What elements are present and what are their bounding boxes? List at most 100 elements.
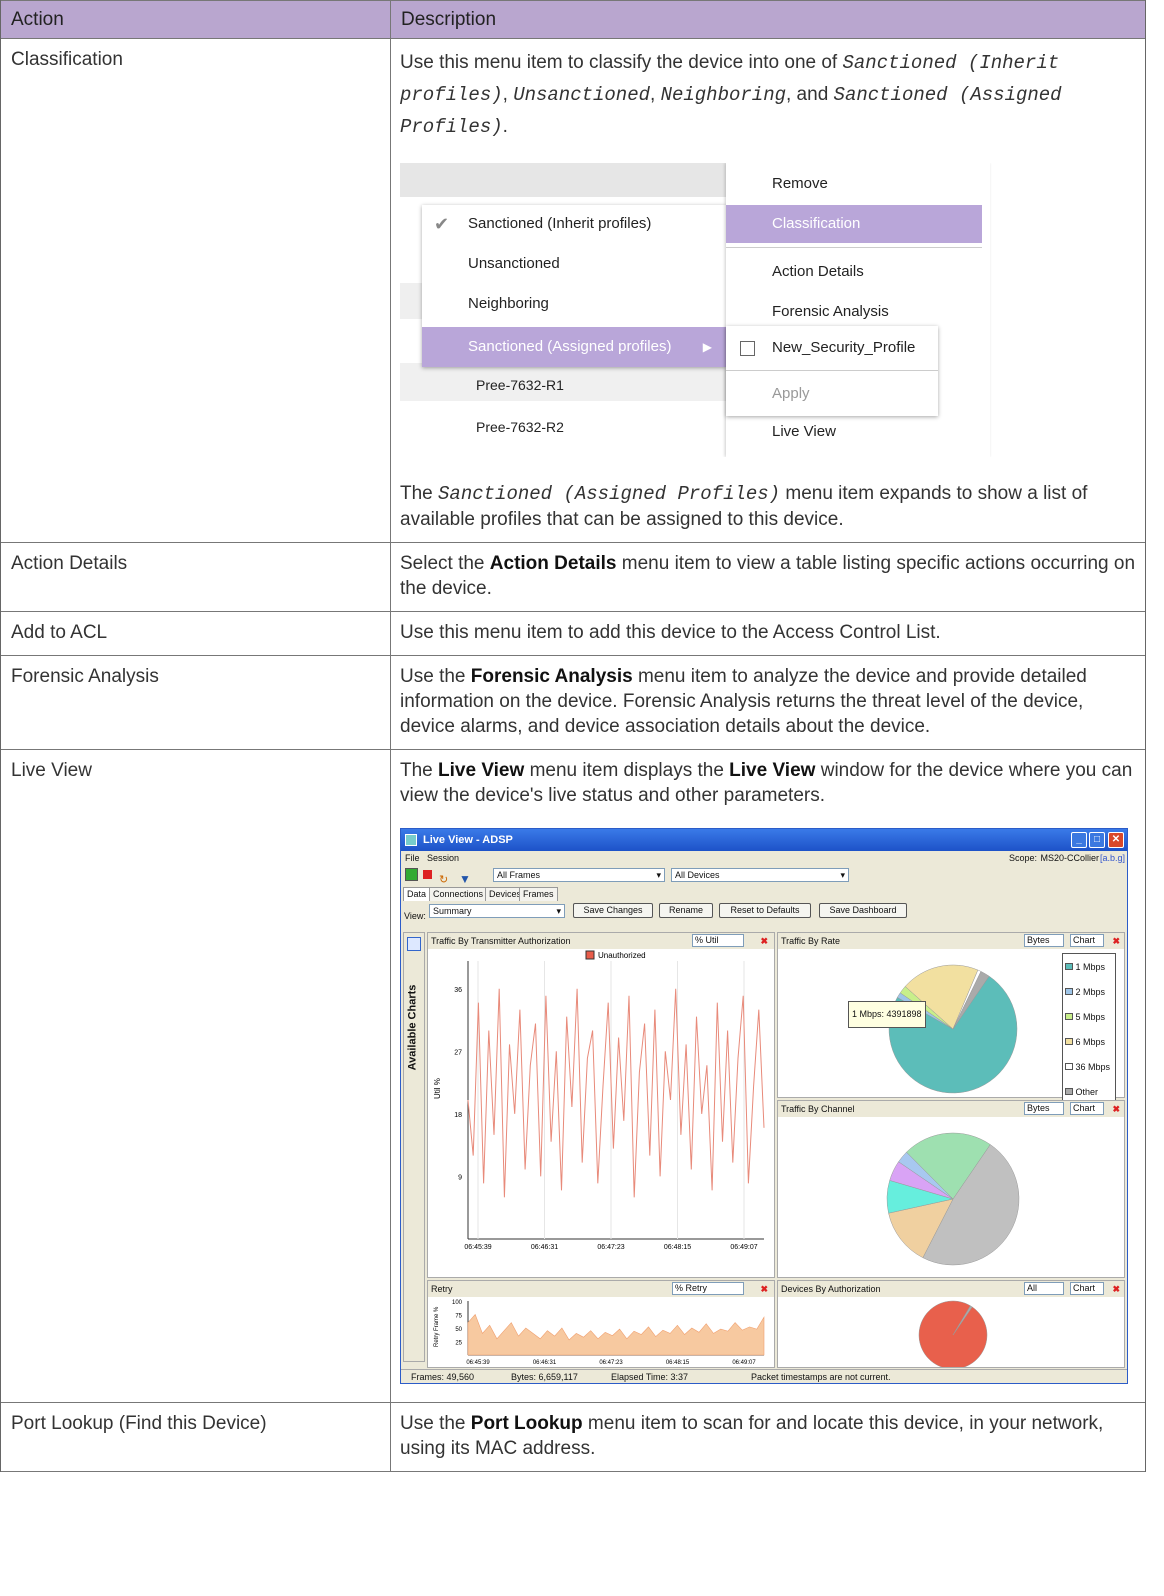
unit-select[interactable]: % Util [692,934,744,947]
available-charts-label: Available Charts [406,984,419,1071]
code-text: Unsanctioned [513,84,651,106]
menu-item-unsanctioned[interactable]: Unsanctioned [422,245,726,283]
legend-swatch [1065,988,1073,995]
devices-select[interactable]: All Devices ▾ [671,868,849,882]
bold-text: Live View [729,760,816,781]
chevron-down-icon: ▾ [656,870,661,880]
menu-item-action-details[interactable]: Action Details [726,253,982,291]
select-value: Bytes [1027,1103,1050,1113]
apply-button[interactable]: Apply [772,372,810,416]
text: Use the [400,1413,471,1434]
frames-select[interactable]: All Frames ▾ [493,868,665,882]
pane-title: Traffic By Rate Bytes Chart ✖ [778,933,1124,949]
text: Use the [400,666,471,687]
mode-select[interactable]: Chart [1070,1102,1104,1115]
menu-file[interactable]: File [405,853,420,863]
classification-submenu: ✔ Sanctioned (Inherit profiles) Unsanctio… [422,205,726,367]
pane-title: Traffic By Channel Bytes Chart ✖ [778,1101,1124,1117]
legend-swatch [585,950,595,960]
status-elapsed: Elapsed Time: 3:37 [611,1372,689,1382]
save-dashboard-button[interactable]: Save Dashboard [819,903,907,918]
legend-swatch [1065,1088,1073,1095]
select-value: Summary [433,906,472,916]
legend-item: 1 Mbps [1065,955,1113,980]
charts-toggle-icon[interactable] [407,937,421,951]
code-text: Sanctioned (Assigned Profiles) [438,483,781,505]
view-select[interactable]: Summary ▾ [429,904,565,918]
close-pane-icon[interactable]: ✖ [760,1281,768,1297]
menu-item-neighboring[interactable]: Neighboring [422,285,726,323]
paragraph: The Sanctioned (Assigned Profiles) menu … [400,481,1136,532]
close-pane-icon[interactable]: ✖ [1112,1101,1120,1117]
menu-item-remove[interactable]: Remove [726,165,982,203]
row-action: Forensic Analysis [1,656,391,749]
tx-auth-pane: Traffic By Transmitter Authorization % U… [427,932,775,1278]
unit-select[interactable]: Bytes [1024,934,1064,947]
save-changes-button[interactable]: Save Changes [573,903,653,918]
device-row[interactable]: Pree-7632-R1 [476,373,564,398]
tab-frames[interactable]: Frames [519,887,558,901]
stop-icon[interactable] [423,870,432,879]
legend-item: 36 Mbps [1065,1055,1113,1080]
profile-checkbox[interactable] [740,341,755,356]
legend-label: 1 Mbps [1075,962,1106,972]
legend-label: 2 Mbps [1075,987,1106,997]
row-action: Live View [1,750,391,1402]
row-description: Use the Port Lookup menu item to scan fo… [391,1403,1145,1471]
window-titlebar: Live View - ADSP _ □ ✕ [401,829,1127,851]
text: Select the [400,553,490,574]
series-line [467,988,765,1198]
text: , and [786,84,834,105]
bold-text: Action Details [489,553,617,574]
close-pane-icon[interactable]: ✖ [1112,933,1120,949]
mode-select[interactable]: Chart [1070,1282,1104,1295]
x-tick-label: 06:46:31 [531,1244,558,1251]
scope-label: Scope: [1008,853,1037,863]
y-tick-label: 50 [455,1327,462,1333]
legend-item: 6 Mbps [1065,1030,1113,1055]
unit-select[interactable]: All [1024,1282,1064,1295]
minimize-icon[interactable]: _ [1071,832,1087,848]
pane-title-text: Devices By Authorization [781,1284,881,1294]
y-axis-label: Util % [433,1078,442,1099]
pane-title-text: Retry [431,1284,453,1294]
tab-connections[interactable]: Connections [429,887,488,901]
close-pane-icon[interactable]: ✖ [1112,1281,1120,1297]
play-icon[interactable] [405,868,418,881]
mode-select[interactable]: Chart [1070,934,1104,947]
chevron-down-icon: ▾ [840,870,845,880]
legend-label: Unauthorized [598,951,646,960]
close-icon[interactable]: ✕ [1108,832,1124,848]
menu-item-sanctioned-inherit[interactable]: ✔ Sanctioned (Inherit profiles) [422,205,726,243]
table-row: Classification Use this menu item to cla… [1,39,1145,543]
legend-label: 5 Mbps [1075,1012,1106,1022]
pane-title-text: Traffic By Rate [781,936,841,946]
row-action: Action Details [1,543,391,611]
devauth-chart [918,1300,988,1367]
tab-data[interactable]: Data [403,887,431,901]
chevron-down-icon: ▾ [556,906,561,916]
menu-item-live-view[interactable]: Live View [726,413,982,451]
scope-value[interactable]: MS20-CCollier [1040,851,1099,865]
unit-select[interactable]: % Retry [672,1282,744,1295]
menu-label: Neighboring [468,295,549,312]
menu-session[interactable]: Session [427,853,459,863]
retry-chart: 100 75 50 25 06:45:39 06:46:31 06:47:23 06:48:1… [434,1300,765,1366]
rename-button[interactable]: Rename [659,903,713,918]
unit-select[interactable]: Bytes [1024,1102,1064,1115]
pane-title: Retry % Retry ✖ [428,1281,774,1297]
available-charts-sidebar[interactable]: Available Charts [403,932,425,1362]
menu-item-classification[interactable]: Classification [726,205,982,243]
legend-item: 2 Mbps [1065,980,1113,1005]
close-pane-icon[interactable]: ✖ [760,933,768,949]
legend-label: 6 Mbps [1075,1037,1106,1047]
reset-defaults-button[interactable]: Reset to Defaults [719,903,811,918]
profile-item[interactable]: New_Security_Profile [772,326,915,370]
menu-item-sanctioned-assigned[interactable]: Sanctioned (Assigned profiles) ▶ [422,327,726,367]
header-action: Action [1,1,391,38]
text: Use this menu item to classify the devic… [400,52,843,73]
menu-divider [726,247,982,248]
window-title: Live View - ADSP [423,834,513,846]
device-row[interactable]: Pree-7632-R2 [476,415,564,440]
maximize-icon[interactable]: □ [1089,832,1105,848]
